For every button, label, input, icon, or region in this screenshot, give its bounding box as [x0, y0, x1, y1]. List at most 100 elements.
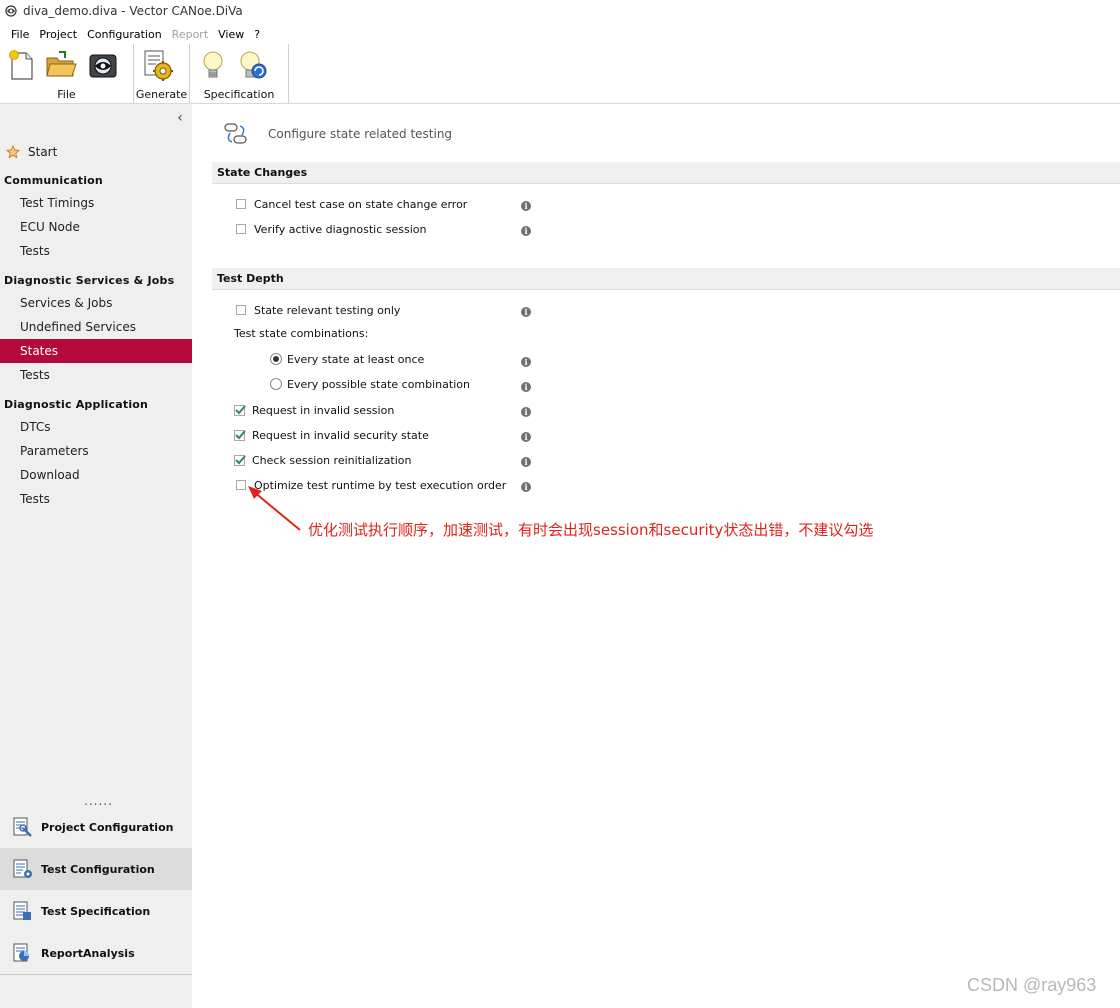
main-panel: Configure state related testing State Ch…: [192, 104, 1120, 1008]
window-title: diva_demo.diva - Vector CANoe.DiVa: [23, 4, 243, 18]
ribbon-group-generate-label: Generate: [135, 88, 188, 101]
nav-project-configuration-label: Project Configuration: [41, 820, 174, 834]
menu-configuration[interactable]: Configuration: [82, 28, 167, 41]
test-configuration-icon: [13, 859, 32, 878]
generate-button[interactable]: [140, 48, 174, 82]
sidebar-item-undefined-services[interactable]: Undefined Services: [0, 315, 192, 339]
sidebar-item-ecu-node[interactable]: ECU Node: [0, 215, 192, 239]
session-reinit-label: Check session reinitialization: [252, 453, 412, 467]
report-analysis-icon: [13, 943, 29, 962]
nav-report-analysis[interactable]: ReportAnalysis: [0, 932, 192, 974]
project-configuration-icon: [13, 817, 32, 837]
info-icon[interactable]: i: [521, 226, 531, 236]
section-test-depth: Test Depth: [212, 268, 1120, 290]
menu-report[interactable]: Report: [167, 28, 213, 41]
ribbon-toolbar: File Generate Specification: [0, 44, 1120, 104]
ribbon-group-generate: Generate: [134, 44, 190, 103]
app-icon: [5, 5, 17, 17]
generate-gear-icon: [144, 50, 173, 81]
annotation-arrow: [248, 486, 301, 531]
lightbulb-refresh-icon: [240, 51, 267, 79]
menu-help[interactable]: ?: [249, 28, 265, 41]
combinations-label: Test state combinations:: [234, 327, 369, 340]
cancel-test-case-checkbox[interactable]: [236, 199, 246, 209]
title-bar: diva_demo.diva - Vector CANoe.DiVa: [0, 0, 1120, 22]
nav-test-configuration-label: Test Configuration: [41, 862, 155, 876]
open-button[interactable]: [44, 48, 78, 82]
sidebar-item-application-tests[interactable]: Tests: [0, 487, 192, 511]
annotation-text: 优化测试执行顺序，加速测试，有时会出现session和security状态出错，…: [308, 521, 874, 539]
page-title: Configure state related testing: [268, 127, 453, 141]
watermark: CSDN @ray963: [967, 975, 1097, 995]
sidebar-item-communication-tests[interactable]: Tests: [0, 239, 192, 263]
sidebar-start-label: Start: [28, 145, 58, 159]
lightbulb-icon: [203, 51, 223, 78]
ribbon-group-file-label: File: [57, 88, 76, 101]
every-combination-label: Every possible state combination: [287, 377, 470, 391]
checkmark-icon[interactable]: [234, 454, 246, 466]
page-header: Configure state related testing: [224, 122, 452, 146]
every-combination-radio[interactable]: [270, 378, 282, 390]
new-file-button[interactable]: [4, 48, 38, 82]
cancel-test-case-label: Cancel test case on state change error: [254, 197, 468, 211]
invalid-security-label: Request in invalid security state: [252, 428, 429, 442]
info-icon[interactable]: i: [521, 201, 531, 211]
ribbon-group-specification-label: Specification: [203, 88, 275, 101]
menu-view[interactable]: View: [213, 28, 249, 41]
info-icon[interactable]: i: [521, 357, 531, 367]
option-state-relevant[interactable]: State relevant testing only: [236, 302, 400, 318]
state-transition-icon: [224, 123, 247, 144]
info-icon[interactable]: i: [521, 382, 531, 392]
nav-test-configuration[interactable]: Test Configuration: [0, 848, 192, 890]
menu-project[interactable]: Project: [34, 28, 82, 41]
option-verify-session[interactable]: Verify active diagnostic session: [236, 221, 426, 237]
nav-report-analysis-label: ReportAnalysis: [41, 946, 135, 960]
ribbon-group-specification: Specification: [190, 44, 289, 103]
save-button[interactable]: [86, 48, 120, 82]
sidebar-item-parameters[interactable]: Parameters: [0, 439, 192, 463]
checkmark-icon[interactable]: [234, 404, 246, 416]
info-icon[interactable]: i: [521, 457, 531, 467]
verify-session-checkbox[interactable]: [236, 224, 246, 234]
sidebar-item-states[interactable]: States: [0, 339, 192, 363]
info-icon[interactable]: i: [521, 482, 531, 492]
sidebar-item-start[interactable]: Start: [0, 143, 192, 161]
sidebar-header-diagnostic-application: Diagnostic Application: [4, 398, 149, 411]
test-specification-icon: [13, 901, 31, 920]
info-icon[interactable]: i: [521, 407, 531, 417]
option-cancel-test-case[interactable]: Cancel test case on state change error: [236, 196, 467, 212]
info-icon[interactable]: i: [521, 432, 531, 442]
nav-project-configuration[interactable]: Project Configuration: [0, 806, 192, 848]
invalid-session-label: Request in invalid session: [252, 403, 395, 417]
left-sidebar: ‹ Start Communication Test Timings ECU N…: [0, 104, 192, 1008]
specification-refresh-button[interactable]: [236, 48, 270, 82]
sidebar-item-services-jobs[interactable]: Services & Jobs: [0, 291, 192, 315]
ribbon-group-file: File: [0, 44, 134, 103]
sidebar-item-services-tests[interactable]: Tests: [0, 363, 192, 387]
save-camera-icon: [89, 54, 117, 78]
section-state-changes: State Changes: [212, 162, 1120, 184]
nav-test-specification[interactable]: Test Specification: [0, 890, 192, 932]
checkmark-icon[interactable]: [234, 429, 246, 441]
sidebar-item-download[interactable]: Download: [0, 463, 192, 487]
new-file-icon: [9, 50, 33, 80]
sidebar-item-test-timings[interactable]: Test Timings: [0, 191, 192, 215]
option-session-reinit[interactable]: Check session reinitialization: [234, 452, 412, 468]
option-invalid-security[interactable]: Request in invalid security state: [234, 427, 429, 443]
option-invalid-session[interactable]: Request in invalid session: [234, 402, 395, 418]
star-icon: [6, 145, 20, 159]
option-every-state-once[interactable]: Every state at least once: [270, 351, 424, 367]
collapse-sidebar-icon[interactable]: ‹: [174, 111, 186, 125]
sidebar-header-diagnostic-services: Diagnostic Services & Jobs: [4, 274, 175, 287]
state-relevant-checkbox[interactable]: [236, 305, 246, 315]
nav-test-specification-label: Test Specification: [41, 904, 151, 918]
specification-button[interactable]: [196, 48, 230, 82]
option-every-combination[interactable]: Every possible state combination: [270, 376, 470, 392]
menu-file[interactable]: File: [6, 28, 34, 41]
sidebar-header-communication: Communication: [4, 174, 103, 187]
sidebar-item-dtcs[interactable]: DTCs: [0, 415, 192, 439]
open-folder-icon: [46, 51, 77, 77]
info-icon[interactable]: i: [521, 307, 531, 317]
sidebar-divider: [0, 974, 192, 975]
every-state-once-radio[interactable]: [270, 353, 282, 365]
